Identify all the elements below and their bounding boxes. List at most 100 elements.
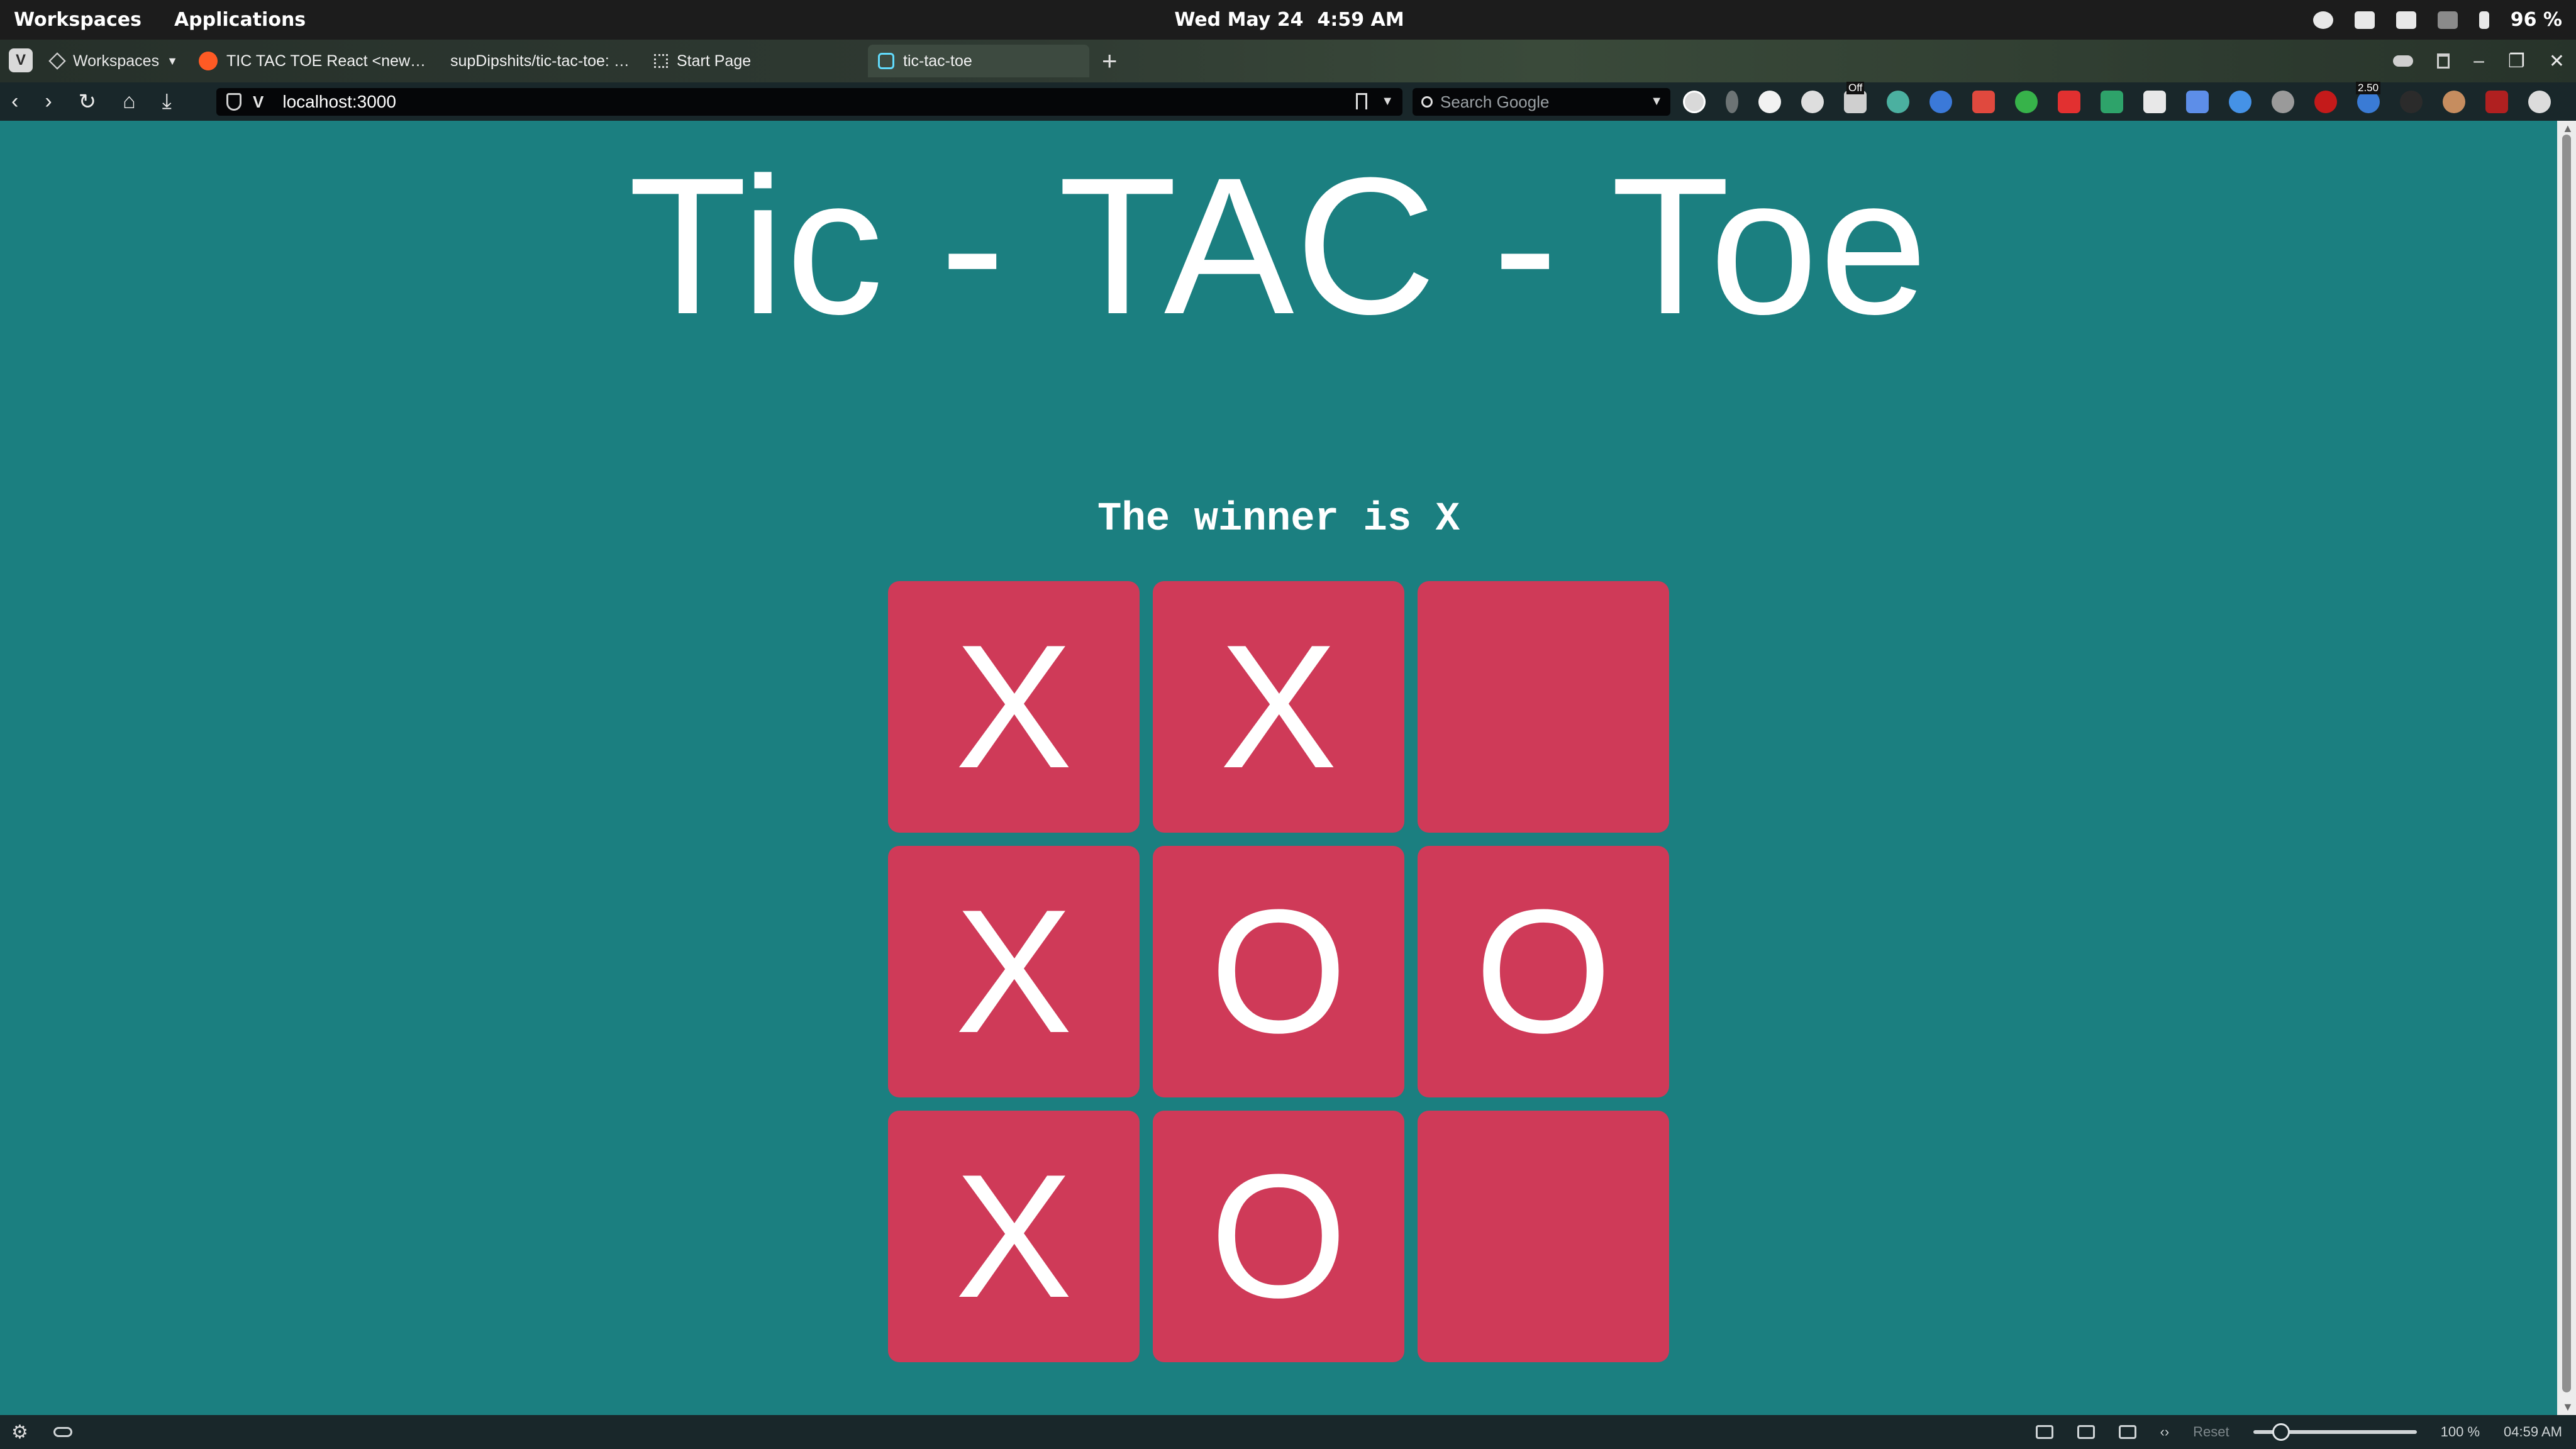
search-placeholder: Search Google xyxy=(1440,92,1550,111)
page-title: Tic - TAC - Toe xyxy=(628,136,1929,355)
extension-icon[interactable] xyxy=(2101,90,2123,113)
chevron-down-icon[interactable]: ▼ xyxy=(1650,94,1663,109)
status-clock: 04:59 AM xyxy=(2504,1424,2562,1440)
chevron-down-icon: ▼ xyxy=(167,54,178,67)
gear-icon[interactable] xyxy=(2272,90,2294,113)
battery-percent: 96 % xyxy=(2510,9,2562,31)
forward-icon[interactable]: › xyxy=(45,89,52,114)
ublock-icon[interactable] xyxy=(2314,90,2337,113)
battery-icon[interactable] xyxy=(2479,11,2489,29)
tab-tic-tac-toe[interactable]: tic-tac-toe xyxy=(868,45,1089,77)
vivaldi-menu-button[interactable]: V xyxy=(9,48,33,72)
window-icon[interactable] xyxy=(2118,1425,2136,1439)
applications-menu[interactable]: Applications xyxy=(174,9,306,31)
browser-status-bar: ⚙ ‹› Reset 100 % 04:59 AM xyxy=(0,1415,2576,1449)
site-info-icon: V xyxy=(253,92,264,111)
zoom-level: 100 % xyxy=(2440,1424,2480,1440)
tab-reddit[interactable]: TIC TAC TOE React <new… xyxy=(189,45,441,77)
search-field[interactable]: Search Google ▼ xyxy=(1413,88,1670,116)
scrollbar-thumb[interactable] xyxy=(2562,135,2571,1392)
game-status: The winner is X xyxy=(1097,497,1460,542)
browser-tab-strip: V Workspaces ▼ TIC TAC TOE React <new… s… xyxy=(0,40,2576,82)
board-square[interactable]: O xyxy=(1418,846,1669,1097)
extension-badge: 2.50 xyxy=(2356,81,2381,94)
address-bar[interactable]: V localhost:3000 ▼ xyxy=(216,88,1402,116)
reload-icon[interactable]: ↻ xyxy=(79,89,97,114)
extension-off-icon[interactable]: Off xyxy=(1844,81,1867,113)
board-square[interactable]: O xyxy=(1153,846,1404,1097)
tab-title: tic-tac-toe xyxy=(903,52,972,70)
url-text[interactable]: localhost:3000 xyxy=(282,92,396,112)
search-icon xyxy=(1421,96,1433,108)
new-tab-button[interactable]: + xyxy=(1102,46,1118,76)
zoom-slider[interactable] xyxy=(2253,1423,2417,1441)
board-square[interactable]: O xyxy=(1153,1111,1404,1362)
board-square[interactable]: X xyxy=(888,1111,1140,1362)
trash-icon[interactable] xyxy=(2437,53,2450,69)
tab-github[interactable]: supDipshits/tic-tac-toe: … xyxy=(440,45,662,77)
close-icon[interactable]: ✕ xyxy=(2549,50,2565,72)
board-square[interactable]: X xyxy=(888,846,1140,1097)
extension-icon[interactable] xyxy=(2229,90,2251,113)
bookmark-icon[interactable] xyxy=(1356,93,1367,109)
profile-avatar[interactable] xyxy=(1683,90,1706,113)
shield-icon[interactable] xyxy=(226,93,242,111)
tab-title: Start Page xyxy=(677,52,752,70)
workspaces-button[interactable]: Workspaces ▼ xyxy=(48,40,178,82)
clock-date: Wed May 24 xyxy=(1174,9,1304,31)
chevron-down-icon[interactable]: ▼ xyxy=(1381,94,1394,109)
clock-time: 4:59 AM xyxy=(1317,9,1404,31)
board-square[interactable] xyxy=(1418,1111,1669,1362)
extension-icon[interactable] xyxy=(2443,90,2465,113)
screen-icon[interactable] xyxy=(2396,11,2416,29)
cloud-icon[interactable] xyxy=(2393,55,2414,67)
extension-badge: Off xyxy=(1846,81,1865,94)
zoom-slider-knob[interactable] xyxy=(2272,1423,2290,1441)
code-icon[interactable]: ‹› xyxy=(2160,1424,2170,1440)
extension-icon[interactable] xyxy=(1972,90,1995,113)
extension-icon[interactable] xyxy=(1726,90,1738,113)
camera-icon[interactable] xyxy=(2035,1425,2053,1439)
board-square[interactable] xyxy=(1418,581,1669,833)
extension-icon[interactable] xyxy=(2143,90,2166,113)
board-square[interactable]: X xyxy=(1153,581,1404,833)
volume-icon[interactable] xyxy=(2437,11,2458,29)
navigation-bar: ‹ › ↻ ⌂ ⤓ V localhost:3000 ▼ Search Goog… xyxy=(0,81,2576,121)
minimize-icon[interactable]: – xyxy=(2473,50,2484,72)
game-board: X X X O O X O xyxy=(888,581,1669,1362)
react-icon xyxy=(878,53,894,69)
extension-icon[interactable]: 2.50 xyxy=(2356,81,2381,113)
zoom-reset-button[interactable]: Reset xyxy=(2193,1424,2229,1440)
coffee-icon[interactable] xyxy=(2312,11,2333,29)
extension-icon[interactable] xyxy=(1929,90,1952,113)
extension-icon[interactable] xyxy=(2400,90,2423,113)
extension-toolbar: Off 2.50 xyxy=(1683,81,2551,121)
page-scrollbar[interactable]: ▲ ▼ xyxy=(2557,121,2576,1415)
extension-icon[interactable] xyxy=(1801,90,1824,113)
back-icon[interactable]: ‹ xyxy=(11,89,18,114)
grid-icon xyxy=(654,54,668,68)
image-icon[interactable] xyxy=(2077,1425,2095,1439)
extension-icon[interactable] xyxy=(1758,90,1781,113)
reddit-icon xyxy=(199,52,218,70)
scroll-down-icon[interactable]: ▼ xyxy=(2562,1401,2573,1414)
home-icon[interactable]: ⌂ xyxy=(123,89,136,114)
restore-icon[interactable]: ❐ xyxy=(2508,50,2525,72)
download-icon[interactable]: ⤓ xyxy=(162,89,172,114)
settings-gear-icon[interactable]: ⚙ xyxy=(11,1421,28,1443)
extension-icon[interactable] xyxy=(2015,90,2038,113)
extension-icon[interactable] xyxy=(2528,90,2551,113)
system-top-bar: Workspaces Applications Wed May 24 4:59 … xyxy=(0,0,2576,40)
board-square[interactable]: X xyxy=(888,581,1140,833)
extension-icon[interactable] xyxy=(2058,90,2080,113)
scroll-up-icon[interactable]: ▲ xyxy=(2562,122,2573,135)
extension-icon[interactable] xyxy=(1887,90,1909,113)
sync-cloud-icon[interactable] xyxy=(53,1427,72,1437)
clipboard-icon[interactable] xyxy=(2354,11,2375,29)
clock[interactable]: Wed May 24 4:59 AM xyxy=(1170,0,1409,40)
workspaces-label: Workspaces xyxy=(73,52,160,70)
extension-icon[interactable] xyxy=(2186,90,2209,113)
extension-icon[interactable] xyxy=(2485,90,2508,113)
workspaces-menu[interactable]: Workspaces xyxy=(14,9,142,31)
tab-start-page[interactable]: Start Page xyxy=(644,45,878,77)
